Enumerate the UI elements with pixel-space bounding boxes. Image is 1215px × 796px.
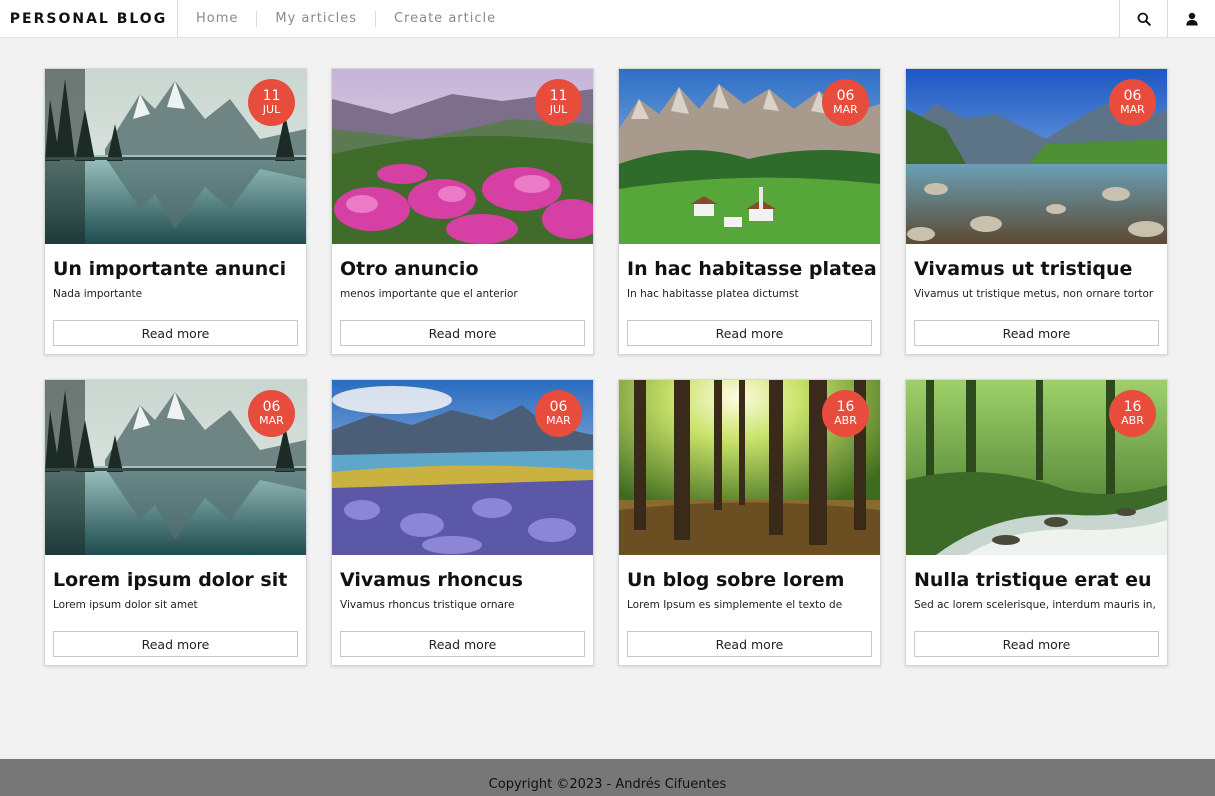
date-month: MAR — [259, 414, 284, 428]
article-description: In hac habitasse platea dictumst — [627, 288, 799, 300]
article-card: 16 ABR Un blog sobre lorem Lorem Ipsum e… — [618, 379, 881, 666]
read-more-button[interactable]: Read more — [627, 631, 872, 657]
read-more-button[interactable]: Read more — [53, 631, 298, 657]
article-image[interactable]: 16 ABR — [906, 380, 1167, 555]
read-more-button[interactable]: Read more — [53, 320, 298, 346]
article-description: Vivamus ut tristique metus, non ornare t… — [914, 288, 1154, 300]
read-more-button[interactable]: Read more — [914, 631, 1159, 657]
read-more-button[interactable]: Read more — [914, 320, 1159, 346]
footer: Copyright ©2023 - Andrés Cifuentes — [0, 759, 1215, 796]
date-month: MAR — [1120, 103, 1145, 117]
date-month: JUL — [549, 103, 568, 117]
site-brand[interactable]: PERSONAL BLOG — [0, 0, 178, 38]
articles-grid: 11 JUL Un importante anunci Nada importa… — [44, 68, 1168, 666]
date-day: 06 — [549, 399, 568, 416]
date-month: ABR — [834, 414, 857, 428]
user-icon — [1185, 12, 1198, 25]
article-image[interactable]: 11 JUL — [45, 69, 306, 244]
article-card: 11 JUL Un importante anunci Nada importa… — [44, 68, 307, 355]
article-image[interactable]: 06 MAR — [619, 69, 880, 244]
date-month: JUL — [262, 103, 281, 117]
read-more-button[interactable]: Read more — [340, 631, 585, 657]
date-day: 16 — [836, 399, 855, 416]
article-title: Vivamus rhoncus — [340, 569, 523, 591]
header-icons — [1119, 0, 1215, 38]
article-description: Lorem ipsum dolor sit amet — [53, 599, 198, 611]
date-day: 16 — [1123, 399, 1142, 416]
date-day: 11 — [549, 88, 568, 105]
date-month: ABR — [1121, 414, 1144, 428]
article-image[interactable]: 06 MAR — [45, 380, 306, 555]
article-title: Otro anuncio — [340, 258, 479, 280]
article-card: 06 MAR Vivamus ut tristique Vivamus ut t… — [905, 68, 1168, 355]
nav-create-article-link[interactable]: Create article — [376, 11, 514, 27]
top-navbar: PERSONAL BLOG Home My articles Create ar… — [0, 0, 1215, 38]
article-title: Un importante anunci — [53, 258, 287, 280]
main-nav: Home My articles Create article — [178, 0, 514, 38]
date-badge: 11 JUL — [535, 79, 582, 126]
date-badge: 06 MAR — [248, 390, 295, 437]
article-card: 06 MAR Vivamus rhoncus Vivamus rhoncus t… — [331, 379, 594, 666]
date-badge: 16 ABR — [1109, 390, 1156, 437]
article-image[interactable]: 06 MAR — [332, 380, 593, 555]
article-description: Sed ac lorem scelerisque, interdum mauri… — [914, 599, 1156, 611]
date-day: 06 — [836, 88, 855, 105]
date-badge: 06 MAR — [822, 79, 869, 126]
article-title: In hac habitasse platea — [627, 258, 877, 280]
article-description: Lorem Ipsum es simplemente el texto de — [627, 599, 843, 611]
search-button[interactable] — [1119, 0, 1167, 38]
article-description: menos importante que el anterior — [340, 288, 518, 300]
article-card: 11 JUL Otro anuncio menos importante que… — [331, 68, 594, 355]
article-image[interactable]: 11 JUL — [332, 69, 593, 244]
article-description: Vivamus rhoncus tristique ornare — [340, 599, 515, 611]
date-badge: 11 JUL — [248, 79, 295, 126]
nav-home-link[interactable]: Home — [178, 10, 258, 27]
date-badge: 06 MAR — [535, 390, 582, 437]
article-card: 06 MAR Lorem ipsum dolor sit Lorem ipsum… — [44, 379, 307, 666]
article-title: Vivamus ut tristique — [914, 258, 1133, 280]
search-icon — [1137, 12, 1151, 26]
user-button[interactable] — [1167, 0, 1215, 38]
read-more-button[interactable]: Read more — [340, 320, 585, 346]
article-title: Nulla tristique erat eu — [914, 569, 1152, 591]
date-badge: 16 ABR — [822, 390, 869, 437]
date-day: 06 — [1123, 88, 1142, 105]
nav-my-articles-link[interactable]: My articles — [257, 10, 376, 27]
article-card: 16 ABR Nulla tristique erat eu Sed ac lo… — [905, 379, 1168, 666]
article-description: Nada importante — [53, 288, 143, 300]
date-month: MAR — [833, 103, 858, 117]
article-title: Un blog sobre lorem — [627, 569, 845, 591]
date-day: 11 — [262, 88, 281, 105]
date-day: 06 — [262, 399, 281, 416]
date-badge: 06 MAR — [1109, 79, 1156, 126]
article-image[interactable]: 16 ABR — [619, 380, 880, 555]
read-more-button[interactable]: Read more — [627, 320, 872, 346]
date-month: MAR — [546, 414, 571, 428]
copyright-text: Copyright ©2023 - Andrés Cifuentes — [488, 777, 727, 792]
article-image[interactable]: 06 MAR — [906, 69, 1167, 244]
article-card: 06 MAR In hac habitasse platea In hac ha… — [618, 68, 881, 355]
article-title: Lorem ipsum dolor sit — [53, 569, 288, 591]
